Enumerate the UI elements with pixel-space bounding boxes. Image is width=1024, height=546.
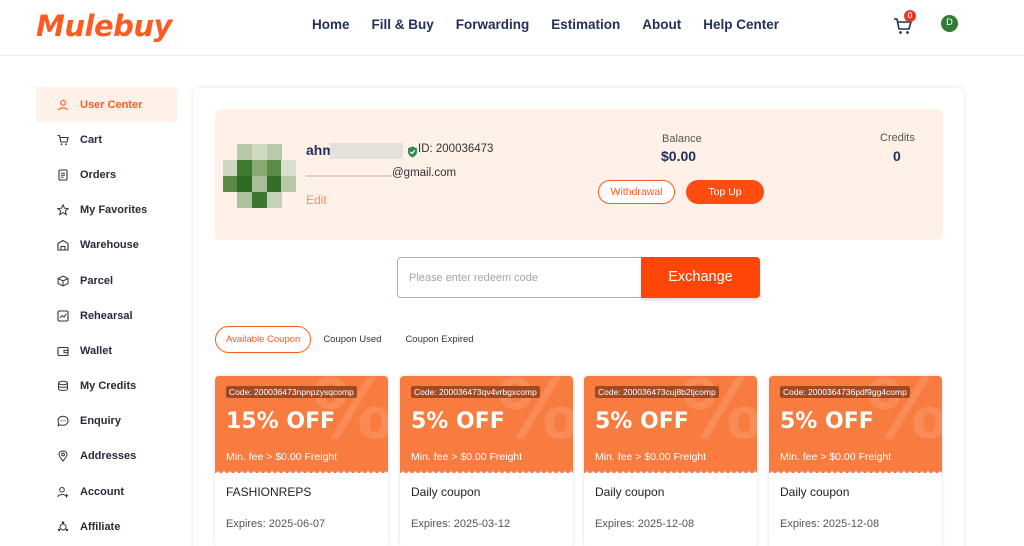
coupon-card[interactable]: % Code: 200036473cuj8b2tjcomp 5% OFF Min… [584,376,757,546]
coupon-expiry: Expires: 2025-12-08 [780,518,880,530]
wallet-icon [56,344,69,357]
tab-coupon-expired[interactable]: Coupon Expired [405,334,473,345]
box-icon [56,274,69,287]
sidebar: User Center Cart Orders My Favorites War… [36,87,177,544]
sidebar-item-warehouse[interactable]: Warehouse [36,228,177,263]
sidebar-item-label: Wallet [80,344,112,357]
top-bar: Mulebuy Home Fill & Buy Forwarding Estim… [0,0,1024,56]
balance-label: Balance [662,133,702,145]
coupon-card[interactable]: % Code: 200036473qv4vrbgxcomp 5% OFF Min… [400,376,573,546]
coupon-discount: 5% OFF [595,409,689,434]
sidebar-item-label: Parcel [80,274,114,287]
sidebar-item-label: Rehearsal [80,309,133,322]
coins-icon [56,380,69,393]
sidebar-item-wallet[interactable]: Wallet [36,333,177,368]
sidebar-item-addresses[interactable]: Addresses [36,439,177,474]
coupon-tabs: Available Coupon Coupon Used Coupon Expi… [215,326,498,353]
chart-icon [56,309,69,322]
username-redaction [330,143,403,159]
main-nav: Home Fill & Buy Forwarding Estimation Ab… [312,17,801,32]
withdrawal-button[interactable]: Withdrawal [598,180,675,204]
cart-icon [56,133,69,146]
nav-fill-buy[interactable]: Fill & Buy [372,17,434,32]
coupon-name: Daily coupon [411,485,481,499]
edit-profile-link[interactable]: Edit [306,193,327,207]
coupon-expiry: Expires: 2025-12-08 [595,518,695,530]
coupon-card[interactable]: % Code: 2000364736pdf9gg4comp 5% OFF Min… [769,376,942,546]
sidebar-item-label: Affiliate [80,520,121,533]
coupon-name: Daily coupon [595,485,665,499]
chat-icon [56,415,69,428]
sidebar-item-label: Account [80,485,124,498]
user-id: ID: 200036473 [418,143,494,155]
credits-label: Credits [880,132,915,144]
coupon-code: Code: 200036473cuj8b2tjcomp [595,386,719,398]
coupon-min-fee: Min. fee > $0.00 Freight [226,451,338,463]
sidebar-item-label: Addresses [80,450,137,463]
sidebar-item-label: User Center [80,98,143,111]
coupon-discount: 5% OFF [780,409,874,434]
nav-home[interactable]: Home [312,17,350,32]
user-email: @gmail.com [392,167,457,179]
sidebar-item-my-credits[interactable]: My Credits [36,369,177,404]
coupon-min-fee: Min. fee > $0.00 Freight [411,451,523,463]
coupon-header: % Code: 200036473cuj8b2tjcomp 5% OFF Min… [584,376,757,473]
avatar[interactable]: D [941,15,958,32]
coupon-expiry: Expires: 2025-03-12 [411,518,511,530]
orders-icon [56,168,69,181]
exchange-button[interactable]: Exchange [641,257,760,298]
nav-help-center[interactable]: Help Center [703,17,779,32]
sidebar-item-label: My Credits [80,380,137,393]
sidebar-item-label: Warehouse [80,239,139,252]
sidebar-item-enquiry[interactable]: Enquiry [36,404,177,439]
coupon-header: % Code: 200036473qv4vrbgxcomp 5% OFF Min… [400,376,573,473]
sidebar-item-label: Orders [80,168,117,181]
coupon-discount: 15% OFF [226,409,336,434]
sidebar-item-account[interactable]: Account [36,474,177,509]
email-redaction [306,175,392,177]
nav-forwarding[interactable]: Forwarding [456,17,530,32]
coupon-name: Daily coupon [780,485,850,499]
cart-count-badge: 0 [904,10,916,22]
coupon-code: Code: 200036473npnpzysqcomp [226,386,357,398]
redeem-code-input[interactable] [397,257,642,298]
nav-estimation[interactable]: Estimation [551,17,620,32]
account-icon [56,485,69,498]
tab-coupon-used[interactable]: Coupon Used [323,334,381,345]
brand-name: Mulebuy [36,9,172,43]
location-icon [56,450,69,463]
warehouse-icon [56,239,69,252]
coupon-code: Code: 2000364736pdf9gg4comp [780,386,910,398]
sidebar-item-cart[interactable]: Cart [36,122,177,157]
credits-value: 0 [893,148,901,164]
sidebar-item-label: My Favorites [80,204,148,217]
sidebar-item-orders[interactable]: Orders [36,157,177,192]
sidebar-item-label: Enquiry [80,415,121,428]
profile-avatar-image [223,144,296,208]
coupon-name: FASHIONREPS [226,485,312,499]
sidebar-item-label: Cart [80,133,103,146]
nav-about[interactable]: About [642,17,681,32]
user-icon [56,98,69,111]
coupon-min-fee: Min. fee > $0.00 Freight [780,451,892,463]
coupon-min-fee: Min. fee > $0.00 Freight [595,451,707,463]
tab-available-coupon[interactable]: Available Coupon [215,326,312,353]
coupon-expiry: Expires: 2025-06-07 [226,518,326,530]
sidebar-item-rehearsal[interactable]: Rehearsal [36,298,177,333]
coupon-discount: 5% OFF [411,409,505,434]
coupon-card[interactable]: % Code: 200036473npnpzysqcomp 15% OFF Mi… [215,376,388,546]
coupon-header: % Code: 200036473npnpzysqcomp 15% OFF Mi… [215,376,388,473]
coupon-code: Code: 200036473qv4vrbgxcomp [411,386,540,398]
sidebar-item-my-favorites[interactable]: My Favorites [36,193,177,228]
coupon-header: % Code: 2000364736pdf9gg4comp 5% OFF Min… [769,376,942,473]
sidebar-item-parcel[interactable]: Parcel [36,263,177,298]
brand-logo[interactable]: Mulebuy [36,9,172,43]
sidebar-item-user-center[interactable]: User Center [36,87,177,123]
top-up-button[interactable]: Top Up [686,180,764,204]
star-icon [56,204,69,217]
sidebar-item-affiliate[interactable]: Affiliate [36,509,177,544]
verified-shield-icon [407,143,418,158]
balance-value: $0.00 [661,148,697,164]
affiliate-icon [56,520,69,533]
